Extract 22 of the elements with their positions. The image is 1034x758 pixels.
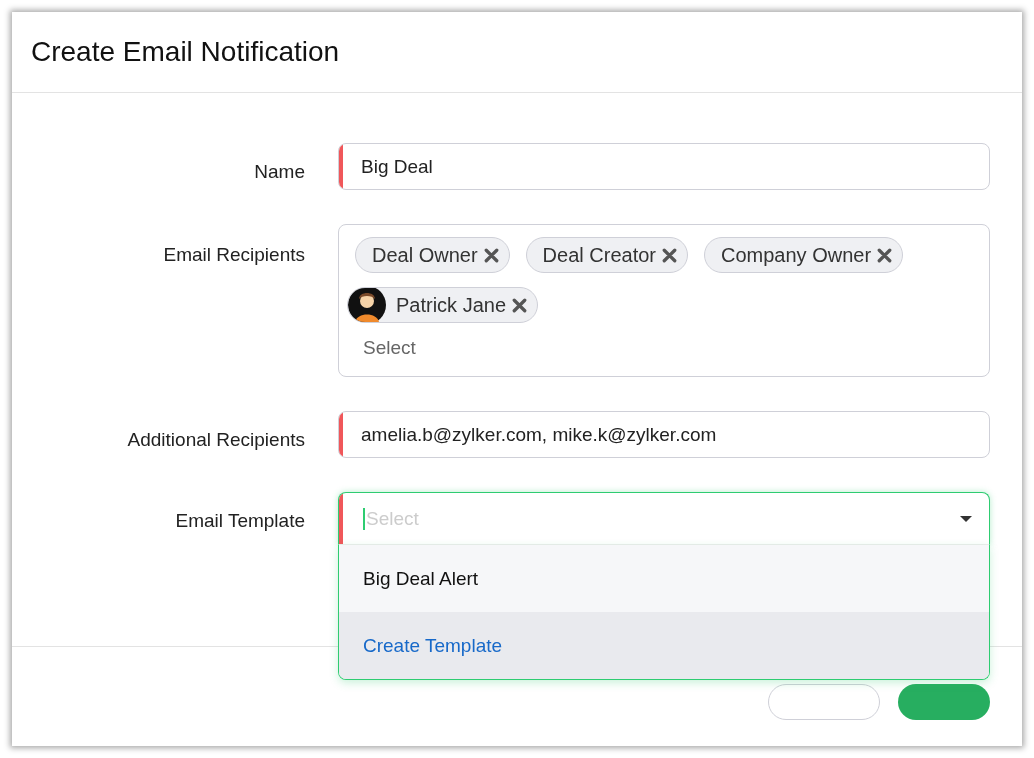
recipient-chip: Patrick Jane — [347, 287, 539, 323]
dialog-title: Create Email Notification — [31, 36, 340, 68]
recipients-field[interactable]: Deal Owner Deal Creator Company Owner Patrick Jane Select — [338, 224, 990, 377]
remove-icon[interactable] — [483, 247, 499, 263]
create-template-link[interactable]: Create Template — [339, 612, 989, 679]
text-field[interactable]: Big Deal — [338, 143, 990, 190]
primary-button[interactable] — [898, 683, 990, 720]
field-label: Name — [254, 160, 305, 184]
dropdown-option[interactable]: Big Deal Alert — [339, 545, 989, 612]
caret-icon — [959, 514, 973, 523]
field-label: Email Template — [175, 509, 305, 533]
field-label: Additional Recipients — [127, 428, 305, 452]
avatar-icon — [348, 288, 386, 322]
recipient-chip: Deal Owner — [355, 237, 510, 273]
remove-icon[interactable] — [662, 247, 677, 263]
field-label: Email Recipients — [163, 243, 305, 267]
remove-icon[interactable] — [877, 247, 893, 263]
text-field[interactable]: amelia.b@zylker.com, mike.k@zylker.com — [338, 411, 990, 458]
recipient-chip: Company Owner — [704, 237, 904, 273]
recipient-chip: Deal Creator — [525, 237, 688, 273]
remove-icon[interactable] — [512, 297, 528, 313]
select-placeholder: Select — [362, 336, 417, 359]
